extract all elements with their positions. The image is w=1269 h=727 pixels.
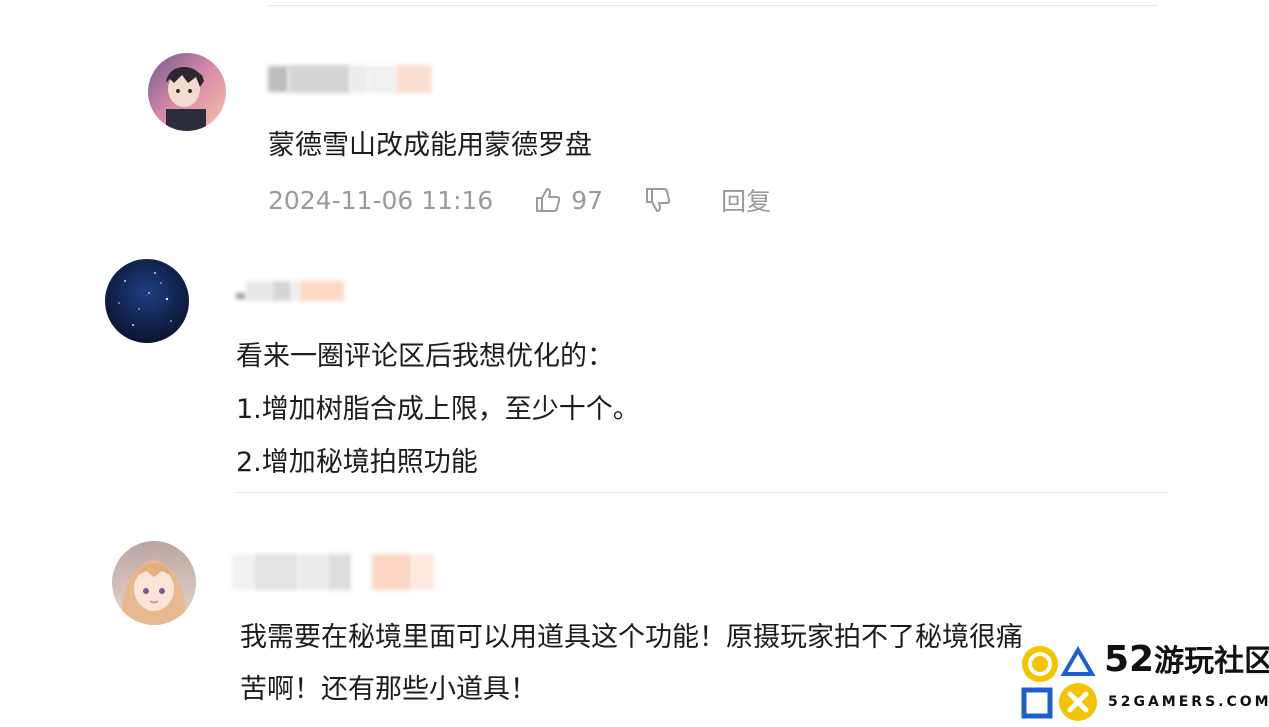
watermark-title: 52游玩社区 bbox=[1104, 636, 1269, 680]
comment-1-text: 蒙德雪山改成能用蒙德罗盘 bbox=[268, 119, 592, 173]
like-button[interactable]: 97 bbox=[533, 185, 603, 215]
dislike-button[interactable] bbox=[643, 185, 681, 215]
comment-timestamp: 2024-11-06 11:16 bbox=[268, 185, 494, 215]
comment-3-text: 我需要在秘境里面可以用道具这个功能！原摄玩家拍不了秘境很痛 苦啊！还有那些小道具… bbox=[240, 612, 1023, 716]
comment-1-meta: 2024-11-06 11:16 97 回复 bbox=[268, 183, 771, 217]
thumbs-down-icon bbox=[646, 188, 671, 212]
comment-1-avatar[interactable] bbox=[148, 53, 226, 131]
comment-line: 蒙德雪山改成能用蒙德罗盘 bbox=[268, 130, 592, 161]
site-watermark: 52游玩社区 52GAMERS.COM bbox=[1020, 639, 1269, 724]
thumbs-up-icon bbox=[536, 188, 561, 212]
comment-2-avatar[interactable] bbox=[105, 259, 189, 343]
watermark-subtitle: 52GAMERS.COM bbox=[1108, 694, 1269, 710]
comment-line: 看来一圈评论区后我想优化的： bbox=[236, 341, 614, 372]
comment-2-username[interactable] bbox=[236, 279, 344, 303]
top-divider bbox=[268, 5, 1158, 6]
comment-line: 1.增加树脂合成上限，至少十个。 bbox=[236, 394, 640, 425]
gamepad-symbols-logo bbox=[1021, 646, 1097, 721]
comment-divider bbox=[236, 492, 1168, 493]
like-count: 97 bbox=[571, 185, 604, 215]
comment-3-username[interactable] bbox=[232, 552, 434, 592]
comment-line: 我需要在秘境里面可以用道具这个功能！原摄玩家拍不了秘境很痛 bbox=[240, 622, 1023, 653]
comment-line: 2.增加秘境拍照功能 bbox=[236, 447, 478, 478]
comment-2-text: 看来一圈评论区后我想优化的： 1.增加树脂合成上限，至少十个。 2.增加秘境拍照… bbox=[236, 330, 640, 489]
watermark-title-number: 52 bbox=[1104, 639, 1155, 680]
comment-1-username[interactable] bbox=[268, 62, 432, 96]
comment-line: 苦啊！还有那些小道具！ bbox=[240, 674, 537, 705]
reply-button[interactable]: 回复 bbox=[721, 182, 771, 218]
watermark-title-text: 游玩社区 bbox=[1154, 644, 1269, 679]
comment-3-avatar[interactable] bbox=[112, 541, 196, 625]
